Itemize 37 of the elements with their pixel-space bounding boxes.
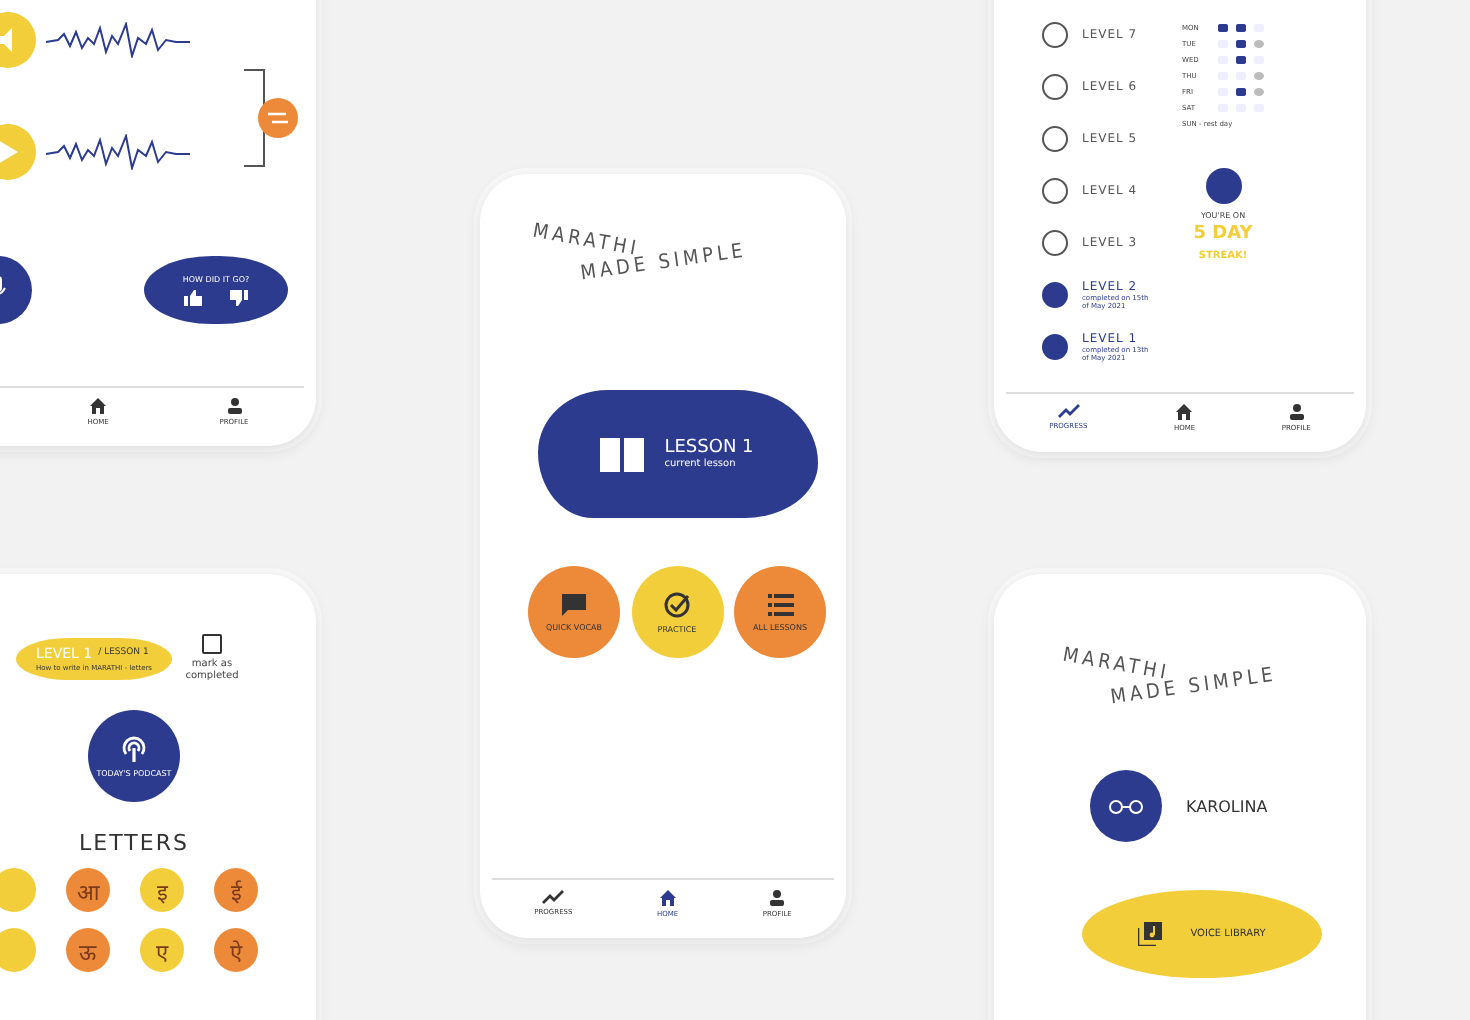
activity-cell [1254, 40, 1264, 48]
home-icon [90, 398, 107, 414]
section-title: LETTERS [79, 830, 189, 856]
avatar-circle [1205, 168, 1241, 204]
thumbs-down-icon[interactable] [230, 290, 248, 306]
activity-cell [1236, 56, 1246, 64]
home-icon [1176, 404, 1193, 420]
home-icon [659, 890, 676, 906]
glasses-icon [1108, 799, 1144, 813]
letter-tile[interactable] [0, 928, 36, 972]
activity-cell [1236, 24, 1246, 32]
letter-tile[interactable] [0, 868, 36, 912]
person-icon [1289, 404, 1304, 420]
trend-icon [1057, 404, 1080, 418]
trend-icon [542, 890, 565, 904]
thumbs-up-icon[interactable] [184, 290, 202, 306]
user-name: KAROLINA [1186, 797, 1268, 815]
check-circle-icon [664, 591, 690, 617]
broadcast-icon [120, 734, 148, 762]
letter-tile[interactable]: इ [140, 868, 184, 912]
list-icon [767, 593, 793, 615]
streak-count: 5 DAY [1193, 226, 1253, 244]
play-icon [0, 140, 18, 164]
chat-icon [562, 593, 586, 615]
activity-cell [1254, 72, 1264, 80]
completed-checkbox[interactable] [202, 634, 222, 654]
bracket-connector-drawing [244, 68, 300, 168]
activity-cell [1254, 88, 1264, 96]
activity-cell [1236, 88, 1246, 96]
letter-tile[interactable]: ए [140, 928, 184, 972]
book-icon [600, 436, 645, 472]
person-icon [770, 890, 785, 906]
speaker-icon [0, 28, 18, 52]
activity-cell [1236, 40, 1246, 48]
music-file-icon [1138, 922, 1163, 946]
person-icon [227, 398, 241, 414]
activity-cell [1218, 24, 1228, 32]
